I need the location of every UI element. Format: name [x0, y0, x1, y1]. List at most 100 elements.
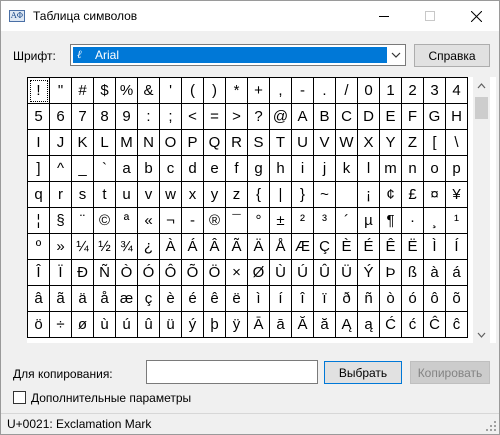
character-cell[interactable]: ! — [28, 78, 50, 104]
character-cell[interactable]: â — [28, 286, 50, 312]
character-cell[interactable]: F — [402, 104, 424, 130]
character-cell[interactable]: Ü — [336, 260, 358, 286]
character-cell[interactable]: ° — [248, 208, 270, 234]
character-cell[interactable]: Ą — [336, 312, 358, 338]
character-cell[interactable]: ÿ — [226, 312, 248, 338]
character-cell[interactable]: ¸ — [424, 208, 446, 234]
character-cell[interactable]: Ã — [226, 234, 248, 260]
character-cell[interactable]: ? — [248, 104, 270, 130]
character-cell[interactable]: ¯ — [226, 208, 248, 234]
character-cell[interactable]: u — [116, 182, 138, 208]
character-cell[interactable]: G — [424, 104, 446, 130]
scroll-thumb[interactable] — [475, 97, 488, 119]
character-cell[interactable]: ü — [160, 312, 182, 338]
character-cell[interactable]: ú — [116, 312, 138, 338]
character-cell[interactable]: H — [446, 104, 468, 130]
character-cell[interactable]: h — [270, 156, 292, 182]
character-cell[interactable]: _ — [72, 156, 94, 182]
character-cell[interactable]: ) — [204, 78, 226, 104]
character-cell[interactable]: B — [314, 104, 336, 130]
character-cell[interactable]: ø — [72, 312, 94, 338]
character-cell[interactable]: ë — [226, 286, 248, 312]
character-cell[interactable]: Ò — [116, 260, 138, 286]
character-cell[interactable]: N — [138, 130, 160, 156]
character-cell[interactable]: Ì — [424, 234, 446, 260]
character-cell[interactable]: [ — [424, 130, 446, 156]
character-cell[interactable]: X — [358, 130, 380, 156]
character-cell[interactable]: ñ — [358, 286, 380, 312]
character-cell[interactable]: § — [50, 208, 72, 234]
character-cell[interactable]: ß — [402, 260, 424, 286]
character-cell[interactable]: Ë — [402, 234, 424, 260]
character-cell[interactable]: M — [116, 130, 138, 156]
character-cell[interactable]: Q — [204, 130, 226, 156]
character-cell[interactable]: Ă — [292, 312, 314, 338]
copy-input[interactable] — [146, 360, 318, 384]
chevron-down-icon[interactable] — [390, 49, 402, 61]
character-cell[interactable]: < — [182, 104, 204, 130]
character-cell[interactable]: ^ — [50, 156, 72, 182]
character-cell[interactable]: o — [424, 156, 446, 182]
character-cell[interactable]: ô — [424, 286, 446, 312]
character-cell[interactable]: s — [72, 182, 94, 208]
character-cell[interactable]: C — [336, 104, 358, 130]
resize-grip-icon[interactable] — [485, 420, 497, 432]
character-cell[interactable]: $ — [94, 78, 116, 104]
character-cell[interactable]: 2 — [402, 78, 424, 104]
character-cell[interactable]: å — [94, 286, 116, 312]
character-cell[interactable]: ÷ — [50, 312, 72, 338]
character-cell[interactable]: Ý — [358, 260, 380, 286]
character-cell[interactable]: ¬ — [160, 208, 182, 234]
character-cell[interactable]: É — [358, 234, 380, 260]
character-cell[interactable]: ò — [380, 286, 402, 312]
character-cell[interactable]: Í — [446, 234, 468, 260]
character-cell[interactable]: ā — [270, 312, 292, 338]
character-cell[interactable]: ê — [204, 286, 226, 312]
character-cell[interactable]: µ — [358, 208, 380, 234]
title-bar[interactable]: ΑΦ Таблица символов — [1, 1, 499, 31]
character-cell[interactable]: T — [270, 130, 292, 156]
character-cell[interactable]: ; — [160, 104, 182, 130]
character-cell[interactable]: á — [446, 260, 468, 286]
close-button[interactable] — [453, 1, 499, 31]
character-cell[interactable]: e — [204, 156, 226, 182]
character-cell[interactable]: b — [138, 156, 160, 182]
character-cell[interactable]: 5 — [28, 104, 50, 130]
character-cell[interactable]: & — [138, 78, 160, 104]
character-cell[interactable]: ( — [182, 78, 204, 104]
character-cell[interactable]: ² — [292, 208, 314, 234]
character-cell[interactable]: ¶ — [380, 208, 402, 234]
character-cell[interactable]: i — [292, 156, 314, 182]
character-cell[interactable]: W — [336, 130, 358, 156]
character-cell[interactable]: í — [270, 286, 292, 312]
character-cell[interactable]: ¿ — [138, 234, 160, 260]
character-cell[interactable]: û — [138, 312, 160, 338]
character-cell[interactable]: P — [182, 130, 204, 156]
character-cell[interactable]: g — [248, 156, 270, 182]
character-cell[interactable]: I — [28, 130, 50, 156]
minimize-button[interactable] — [361, 1, 407, 31]
character-cell[interactable]: é — [182, 286, 204, 312]
character-cell[interactable]: Ĉ — [424, 312, 446, 338]
character-cell[interactable]: þ — [204, 312, 226, 338]
character-cell[interactable]: ' — [160, 78, 182, 104]
character-cell[interactable]: î — [292, 286, 314, 312]
character-cell[interactable]: « — [138, 208, 160, 234]
character-cell[interactable]: \ — [446, 130, 468, 156]
character-cell[interactable]: z — [226, 182, 248, 208]
character-cell[interactable]: ¾ — [116, 234, 138, 260]
character-cell[interactable]: + — [248, 78, 270, 104]
character-cell[interactable]: Y — [380, 130, 402, 156]
character-cell[interactable]: , — [270, 78, 292, 104]
character-cell[interactable]: Ô — [160, 260, 182, 286]
character-cell[interactable]: ç — [138, 286, 160, 312]
character-grid[interactable]: ! " # $% & '() * +, -./0 1 2 3 4 5 6 7 8 9:; < = >? @ A B C D E F G H… — [27, 77, 468, 338]
character-cell[interactable]: Û — [314, 260, 336, 286]
character-cell[interactable]: ù — [94, 312, 116, 338]
character-cell[interactable]: ý — [182, 312, 204, 338]
character-cell[interactable]: ´ — [336, 208, 358, 234]
character-cell[interactable]: ¤ — [424, 182, 446, 208]
character-cell[interactable]: q — [28, 182, 50, 208]
character-cell[interactable]: ¢ — [380, 182, 402, 208]
character-cell[interactable]: ĉ — [446, 312, 468, 338]
